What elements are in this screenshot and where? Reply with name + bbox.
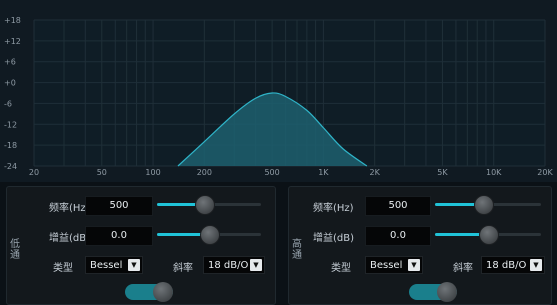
low-type-value: Bessel — [90, 260, 123, 271]
high-freq-label: 频率(Hz) — [313, 203, 354, 214]
high-gain-row: 增益(dB) 0.0 — [289, 223, 551, 247]
high-freq-slider[interactable] — [435, 195, 541, 215]
high-slope-value: 18 dB/O — [486, 260, 527, 271]
low-freq-label: 频率(Hz) — [49, 203, 90, 214]
y-tick-label: +12 — [4, 37, 21, 46]
x-tick-label: 200 — [197, 168, 212, 177]
low-freq-value[interactable]: 500 — [85, 196, 153, 216]
chevron-down-icon: ▼ — [408, 259, 420, 271]
high-type-row: 类型 Bessel ▼ 斜率 18 dB/O ▼ — [289, 253, 551, 277]
x-tick-label: 20K — [537, 168, 553, 177]
chevron-down-icon: ▼ — [128, 259, 140, 271]
x-tick-label: 2K — [369, 168, 380, 177]
x-tick-label: 1K — [318, 168, 329, 177]
low-enable-toggle-knob — [153, 282, 173, 302]
y-tick-label: -6 — [4, 99, 12, 108]
x-tick-label: 5K — [437, 168, 448, 177]
low-freq-slider-knob[interactable] — [194, 195, 215, 215]
high-enable-toggle-knob — [437, 282, 457, 302]
low-enable-toggle[interactable] — [125, 282, 173, 302]
x-tick-label: 100 — [145, 168, 160, 177]
x-tick-label: 50 — [97, 168, 107, 177]
low-pass-panel: 低通 频率(Hz) 500 增益(dB) 0.0 类型 Bessel ▼ 斜率 … — [6, 186, 276, 305]
high-freq-value[interactable]: 500 — [365, 196, 431, 216]
high-freq-row: 频率(Hz) 500 — [289, 193, 551, 217]
low-gain-label: 增益(dB) — [49, 233, 91, 244]
high-gain-label: 增益(dB) — [313, 233, 355, 244]
y-tick-label: -24 — [4, 162, 17, 171]
high-gain-value[interactable]: 0.0 — [365, 226, 431, 246]
high-freq-slider-knob[interactable] — [473, 195, 494, 215]
high-type-label: 类型 — [331, 263, 351, 274]
eq-graph-svg: +18 +12 +6 +0 -6 -12 -18 -24 20 50 100 200 500 1K 2K 5K… — [4, 16, 553, 177]
y-tick-label: +0 — [4, 79, 16, 88]
low-gain-slider-knob[interactable] — [200, 225, 220, 245]
high-enable-toggle[interactable] — [409, 282, 457, 302]
y-tick-label: -12 — [4, 120, 17, 129]
x-tick-label: 10K — [486, 168, 502, 177]
eq-graph[interactable]: +18 +12 +6 +0 -6 -12 -18 -24 20 50 100 200 500 1K 2K 5K… — [0, 0, 557, 182]
low-type-row: 类型 Bessel ▼ 斜率 18 dB/O ▼ — [7, 253, 275, 277]
low-gain-slider[interactable] — [157, 225, 261, 245]
x-tick-label: 500 — [264, 168, 279, 177]
low-type-dropdown[interactable]: Bessel ▼ — [85, 256, 143, 274]
low-slope-dropdown[interactable]: 18 dB/O ▼ — [203, 256, 265, 274]
low-freq-slider[interactable] — [157, 195, 261, 215]
chevron-down-icon: ▼ — [250, 259, 262, 271]
low-freq-row: 频率(Hz) 500 — [7, 193, 275, 217]
high-slope-label: 斜率 — [453, 263, 473, 274]
low-slope-value: 18 dB/O — [208, 260, 249, 271]
y-tick-label: -18 — [4, 141, 17, 150]
high-pass-panel: 高通 频率(Hz) 500 增益(dB) 0.0 类型 Bessel ▼ 斜率 … — [288, 186, 552, 305]
low-gain-row: 增益(dB) 0.0 — [7, 223, 275, 247]
high-slope-dropdown[interactable]: 18 dB/O ▼ — [481, 256, 545, 274]
high-gain-slider-knob[interactable] — [479, 225, 499, 245]
low-slope-label: 斜率 — [173, 263, 193, 274]
high-gain-slider[interactable] — [435, 225, 541, 245]
y-tick-label: +6 — [4, 58, 16, 67]
low-gain-value[interactable]: 0.0 — [85, 226, 153, 246]
chevron-down-icon: ▼ — [530, 259, 542, 271]
low-type-label: 类型 — [53, 263, 73, 274]
y-tick-label: +18 — [4, 16, 21, 25]
high-type-dropdown[interactable]: Bessel ▼ — [365, 256, 423, 274]
x-tick-label: 20 — [29, 168, 39, 177]
high-type-value: Bessel — [370, 260, 403, 271]
